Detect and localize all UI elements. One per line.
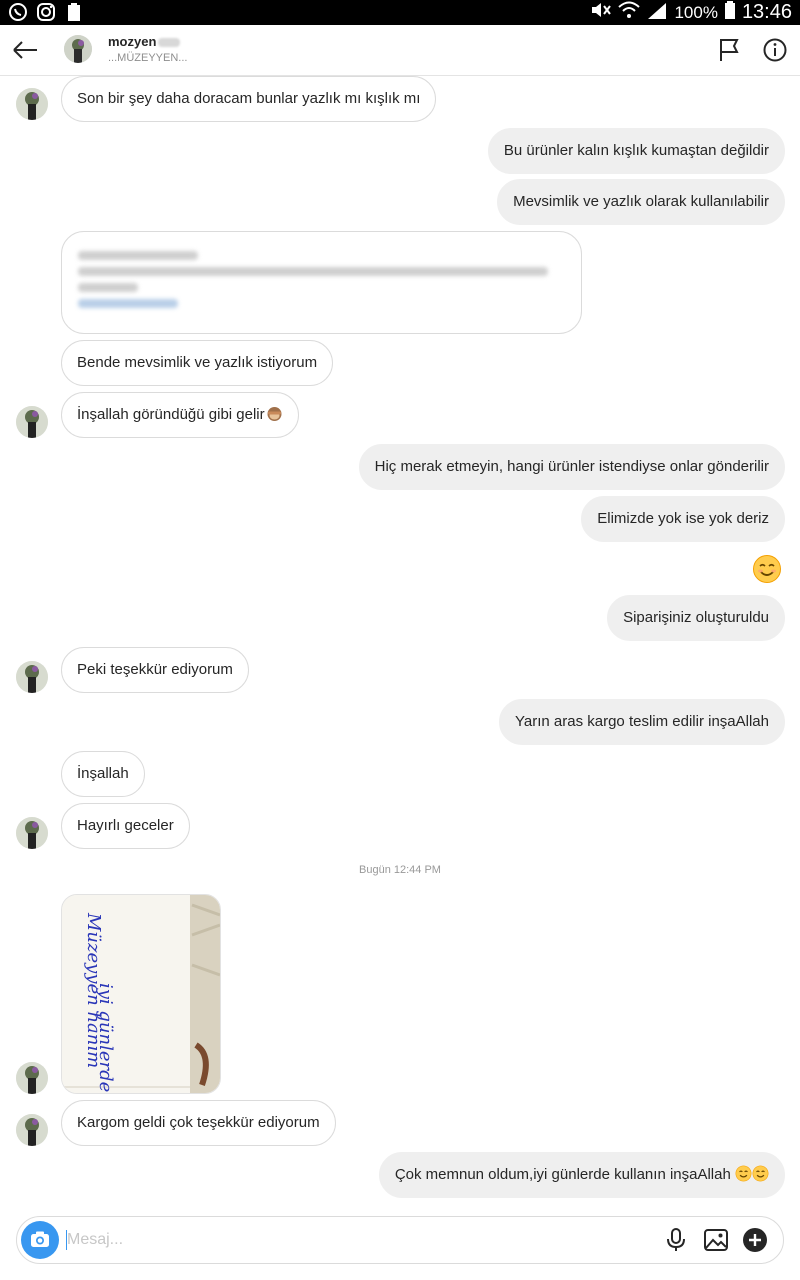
blurred-link-message[interactable]	[61, 231, 582, 334]
message-incoming[interactable]: Kargom geldi çok teşekkür ediyorum	[61, 1100, 336, 1146]
message-incoming[interactable]: Peki teşekkür ediyorum	[61, 647, 249, 693]
microphone-icon[interactable]	[663, 1227, 689, 1253]
message-timestamp: Bugün 12:44 PM	[359, 864, 441, 876]
smiling-face-icon[interactable]	[752, 554, 782, 584]
sender-avatar[interactable]	[16, 817, 48, 849]
message-incoming[interactable]: Bende mevsimlik ve yazlık istiyorum	[61, 340, 334, 386]
sender-avatar[interactable]	[16, 661, 48, 693]
message-outgoing[interactable]: Elimizde yok ise yok deriz	[581, 496, 785, 542]
message-composer: Mesaj...	[16, 1216, 784, 1264]
avatar[interactable]	[64, 35, 92, 63]
message-list[interactable]: Son bir şey daha doracam bunlar yazlık m…	[0, 76, 800, 1204]
camera-icon	[31, 1231, 49, 1247]
clock: 13:46	[741, 1, 792, 23]
message-outgoing[interactable]: Bu ürünler kalın kışlık kumaştan değildi…	[487, 128, 785, 174]
sender-avatar[interactable]	[16, 1114, 48, 1146]
sender-avatar[interactable]	[16, 406, 48, 438]
message-outgoing[interactable]: Hiç merak etmeyin, hangi ürünler istendi…	[358, 444, 785, 490]
flag-icon[interactable]	[716, 37, 742, 63]
message-incoming[interactable]: İnşallah göründüğü gibi gelir	[61, 392, 299, 438]
message-outgoing[interactable]: Mevsimlik ve yazlık olarak kullanılabili…	[497, 179, 785, 225]
signal-icon	[646, 1, 668, 24]
message-outgoing[interactable]: Yarın aras kargo teslim edilir inşaAllah	[499, 699, 785, 745]
back-arrow-icon[interactable]	[10, 35, 40, 65]
message-outgoing[interactable]: Siparişiniz oluşturuldu	[607, 595, 785, 641]
photo-message[interactable]: iyi günlerde kullanın Müzeyyen hanım	[61, 894, 221, 1094]
battery-percent: 100%	[674, 2, 718, 22]
instagram-icon	[36, 2, 56, 22]
status-bar: 100% 13:46	[0, 0, 800, 25]
message-incoming[interactable]: Hayırlı geceler	[61, 803, 190, 849]
sender-avatar[interactable]	[16, 1062, 48, 1094]
wifi-icon	[618, 1, 641, 24]
contact-name[interactable]: mozyen	[108, 34, 181, 49]
message-incoming[interactable]: İnşallah	[61, 751, 145, 797]
contact-subtitle: ...MÜZEYYEN...	[108, 52, 188, 64]
info-icon[interactable]	[762, 37, 788, 63]
whatsapp-icon	[8, 2, 28, 22]
message-input[interactable]: Mesaj...	[67, 1231, 123, 1249]
add-icon[interactable]	[742, 1227, 768, 1253]
battery-icon	[724, 0, 736, 25]
gallery-icon[interactable]	[703, 1227, 729, 1253]
chat-header: mozyen ...MÜZEYYEN...	[0, 25, 800, 76]
handwritten-note-line2: Müzeyyen hanım	[83, 913, 104, 1069]
message-outgoing[interactable]: Çok memnun oldum,iyi günlerde kullanın i…	[378, 1152, 785, 1198]
message-incoming[interactable]: Son bir şey daha doracam bunlar yazlık m…	[61, 76, 437, 122]
camera-button[interactable]	[21, 1221, 59, 1259]
battery-notification-icon	[64, 2, 84, 22]
smiling-face-icon	[735, 1165, 752, 1188]
sender-avatar[interactable]	[16, 88, 48, 120]
see-no-evil-monkey-icon	[266, 405, 283, 428]
mute-icon	[590, 1, 612, 24]
smiling-face-icon	[752, 1165, 769, 1188]
